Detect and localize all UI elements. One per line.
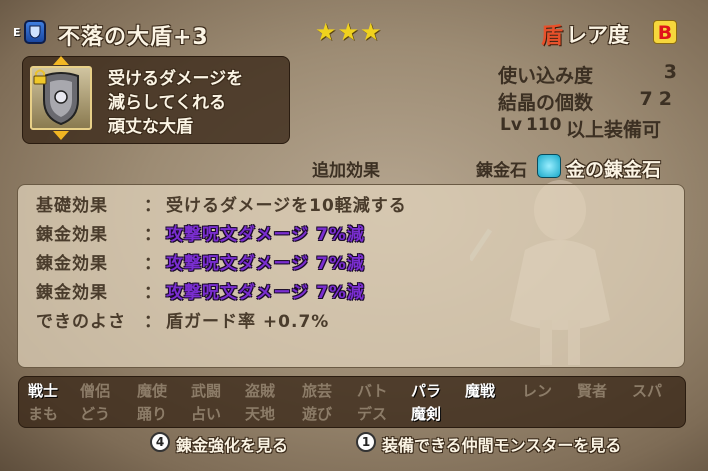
rarity-value: B [653, 20, 677, 44]
effect-colon: ： [144, 254, 161, 274]
job-tag: 魔使 [137, 382, 168, 400]
job-tag: バト [357, 382, 388, 400]
description-line: 減らしてくれる [108, 93, 226, 113]
job-tag: 占い [191, 405, 222, 423]
effect-value: 攻撃呪文ダメージ 7%減 [166, 254, 365, 274]
effect-colon: ： [144, 312, 161, 332]
job-tag: 賢者 [577, 382, 608, 400]
crystal-label: 結晶の個数 [498, 92, 594, 114]
job-tag: デス [357, 405, 388, 423]
arrow-up-icon[interactable] [53, 56, 69, 65]
job-tag: 魔戦 [465, 382, 496, 400]
shield-type-icon: 盾 [541, 24, 564, 49]
description-line: 受けるダメージを [108, 69, 244, 89]
effect-label: できのよさ [36, 312, 126, 332]
lock-icon [33, 69, 47, 85]
level-suffix: 以上装備可 [566, 119, 662, 141]
description-line: 頑丈な大盾 [108, 117, 193, 137]
job-tag: 踊り [137, 405, 168, 423]
star-rating: ★★★ [315, 18, 383, 46]
view-alchemy-button[interactable]: 錬金強化を見る [176, 432, 288, 456]
job-tag: 遊び [302, 405, 333, 423]
job-tag: 盗賊 [245, 382, 276, 400]
job-tag: 戦士 [28, 382, 59, 400]
button-4-icon[interactable]: 4 [150, 432, 170, 452]
effect-value: 受けるダメージを10軽減する [166, 196, 407, 216]
item-detail-screen: E 不落の大盾+3 ★★★ 盾 レア度 B 受けるダメージを 減らしてくれる 頑… [0, 0, 708, 471]
effect-colon: ： [144, 283, 161, 303]
rarity-label: レア度 [566, 23, 629, 47]
usage-label: 使い込み度 [498, 65, 594, 87]
usage-value: 3 [663, 61, 677, 83]
effect-label: 錬金効果 [36, 254, 108, 274]
job-tag: どう [80, 405, 111, 423]
effect-value: 攻撃呪文ダメージ 7%減 [166, 283, 365, 303]
job-tag: まも [28, 405, 59, 423]
effect-value: 盾ガード率 +0.7% [166, 312, 330, 332]
item-name: 不落の大盾+3 [58, 25, 209, 50]
job-tag: 武闘 [191, 382, 222, 400]
equipped-marker: E [13, 26, 21, 39]
job-tag: スパ [632, 382, 663, 400]
alchemy-stone-icon [537, 154, 561, 178]
extra-effects-label: 追加効果 [312, 161, 380, 181]
shield-category-icon [24, 20, 46, 44]
job-tag: パラ [411, 382, 442, 400]
effect-value: 攻撃呪文ダメージ 7%減 [166, 225, 365, 245]
effect-label: 錬金効果 [36, 283, 108, 303]
effect-colon: ： [144, 196, 161, 216]
alchemy-stone-value: 金の錬金石 [566, 159, 662, 181]
view-monsters-button[interactable]: 装備できる仲間モンスターを見る [382, 432, 621, 456]
alchemy-stone-label: 錬金石 [476, 161, 527, 181]
job-tag: レン [522, 382, 553, 400]
crystal-value: 72 [639, 88, 678, 110]
effect-label: 基礎効果 [36, 196, 108, 216]
level-value: 110 [526, 115, 562, 135]
arrow-down-icon[interactable] [53, 131, 69, 140]
effect-colon: ： [144, 225, 161, 245]
job-tag: 旅芸 [302, 382, 333, 400]
job-tag: 僧侶 [80, 382, 111, 400]
button-1-icon[interactable]: 1 [356, 432, 376, 452]
job-tag: 天地 [245, 405, 276, 423]
level-prefix: Lv [500, 115, 522, 135]
job-tag: 魔剣 [411, 405, 442, 423]
effect-label: 錬金効果 [36, 225, 108, 245]
